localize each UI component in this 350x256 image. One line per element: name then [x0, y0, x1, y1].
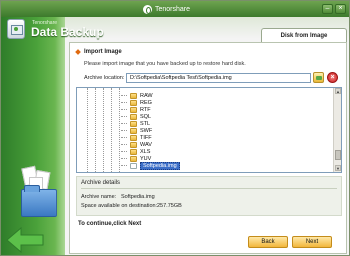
bullet-icon: [75, 49, 81, 55]
space-label: Space available on destination:: [81, 203, 158, 209]
data-backup-icon: [7, 19, 25, 39]
back-arrow-icon: [5, 226, 45, 254]
left-panel: [1, 17, 65, 255]
folder-icon: [21, 185, 57, 217]
tree-connector: [121, 95, 127, 96]
tree-connector: [121, 130, 127, 131]
minimize-button[interactable]: –: [322, 4, 333, 14]
tenorshare-logo-icon: [143, 4, 152, 14]
space-value: 257.75GB: [157, 203, 182, 209]
scroll-thumb[interactable]: [335, 150, 341, 160]
tree-item[interactable]: Softpedia.img: [121, 161, 180, 170]
instruction-text: Please import image that you have backed…: [84, 61, 246, 67]
tree-connector: [121, 102, 127, 103]
tab-disk-from-image[interactable]: Disk from Image: [261, 28, 347, 43]
title-brand: Tenorshare: [143, 3, 190, 15]
space-row: Space available on destination: 257.75GB: [81, 203, 182, 209]
back-button[interactable]: Back: [248, 236, 288, 248]
tree-connector: [121, 137, 127, 138]
title-brand-text: Tenorshare: [155, 5, 191, 13]
content-panel: Import Image Please import image that yo…: [69, 42, 347, 254]
archive-details-title: Archive details: [81, 180, 121, 186]
tree-item-label: Softpedia.img: [140, 161, 180, 170]
archive-name-row: Archive name: Softpedia.img: [81, 194, 155, 200]
app-window: Tenorshare – × Tenorshare Data Backup Di…: [0, 0, 350, 256]
tree-connector: [121, 144, 127, 145]
divider: [81, 188, 337, 189]
archive-location-label: Archive location:: [84, 75, 125, 81]
browse-button[interactable]: [313, 72, 324, 83]
file-icon: [130, 162, 137, 169]
clear-button[interactable]: ×: [327, 72, 338, 83]
section-title: Import Image: [75, 49, 122, 55]
tree-connector: [121, 109, 127, 110]
next-button[interactable]: Next: [292, 236, 332, 248]
tree-connector: [121, 158, 127, 159]
tree-connector: [121, 123, 127, 124]
archive-details: Archive details Archive name: Softpedia.…: [76, 176, 342, 216]
file-tree[interactable]: ▲ ▼ RAW REG RTF SQL STL SWF TIFF WAV XLS YUV Softp…: [76, 87, 342, 173]
archive-name-value: Softpedia.img: [121, 194, 155, 200]
documents-folder-illustration: [15, 165, 59, 227]
window-controls: – ×: [322, 4, 346, 14]
tree-connector: [121, 165, 127, 166]
scroll-up-arrow[interactable]: ▲: [335, 88, 341, 94]
section-title-text: Import Image: [84, 49, 122, 55]
app-name: Data Backup: [31, 25, 104, 39]
tree-scrollbar[interactable]: ▲ ▼: [333, 88, 341, 172]
continue-hint: To continue,click Next: [78, 221, 142, 227]
tree-connector: [121, 116, 127, 117]
close-button[interactable]: ×: [335, 4, 346, 14]
archive-location-input[interactable]: D:\Softpedia\Softpedia Test\Softpedia.im…: [126, 73, 311, 83]
title-bar: Tenorshare – ×: [1, 1, 349, 17]
scroll-down-arrow[interactable]: ▼: [335, 165, 341, 171]
archive-name-label: Archive name:: [81, 194, 117, 200]
tree-connector: [121, 151, 127, 152]
